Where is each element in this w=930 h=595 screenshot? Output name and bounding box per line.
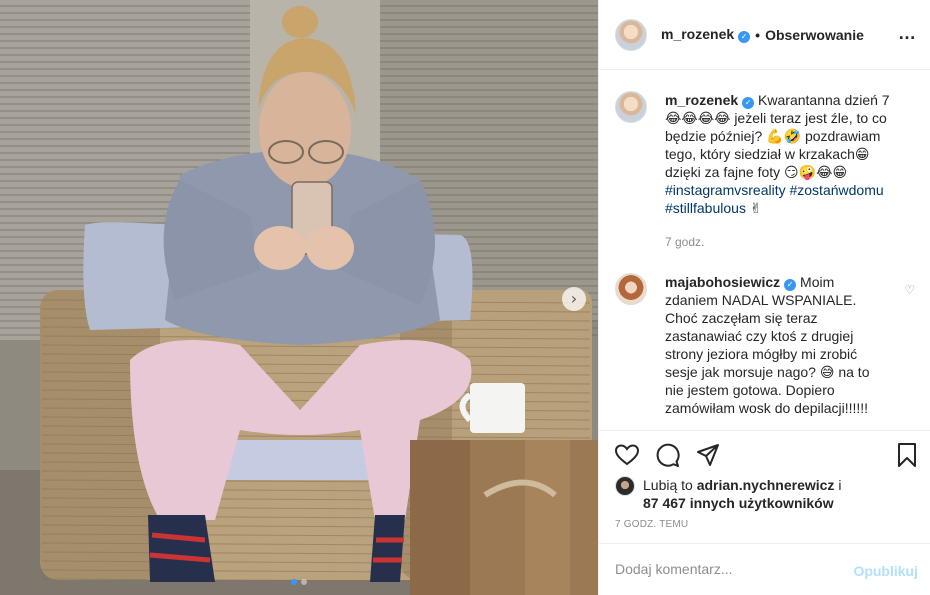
- author-username[interactable]: m_rozenek ✓: [661, 26, 751, 43]
- commenter-avatar[interactable]: [615, 273, 647, 305]
- author-username-text: m_rozenek: [661, 26, 735, 43]
- comment-bubble-icon[interactable]: [654, 441, 682, 469]
- add-comment-form: Opublikuj: [599, 543, 930, 595]
- likes-summary: Lubią to adrian.nychnerewicz i 87 467 in…: [615, 476, 915, 512]
- caption-author[interactable]: m_rozenek ✓: [665, 92, 755, 109]
- commenter-username-text: majabohosiewicz: [665, 274, 781, 290]
- caption-author-text: m_rozenek: [665, 92, 739, 108]
- post-side-panel: m_rozenek ✓ • Obserwowanie … m_rozenek ✓ K…: [598, 0, 930, 595]
- action-bar: [599, 430, 930, 478]
- save-bookmark-icon[interactable]: [893, 441, 921, 469]
- likes-connector: i: [838, 477, 842, 493]
- post-timestamp[interactable]: 7 GODZ. TEMU: [615, 519, 688, 530]
- post-header: m_rozenek ✓ • Obserwowanie …: [599, 0, 930, 70]
- verified-badge-icon: ✓: [784, 279, 797, 291]
- liker-username[interactable]: adrian.nychnerewicz: [697, 477, 835, 493]
- caption-hashtags[interactable]: #instagramvsreality #zostańwdomu #stillf…: [665, 182, 884, 216]
- liker-avatar[interactable]: [615, 476, 635, 496]
- comment-input[interactable]: [615, 561, 845, 577]
- like-heart-icon[interactable]: [613, 441, 641, 469]
- likes-text: Lubią to adrian.nychnerewicz i 87 467 in…: [643, 476, 841, 512]
- verified-badge-icon: ✓: [742, 97, 755, 109]
- wooden-table: [410, 440, 598, 595]
- carousel-indicator: [0, 579, 598, 585]
- header-separator: •: [755, 26, 761, 43]
- more-options-icon[interactable]: …: [898, 24, 917, 42]
- caption-author-avatar[interactable]: [615, 91, 647, 123]
- carousel-dot-1: [291, 579, 297, 585]
- verified-badge-icon: ✓: [738, 30, 751, 43]
- comment-item: majabohosiewicz ✓ Moim zdaniem NADAL WSPA…: [615, 273, 915, 417]
- following-button[interactable]: Obserwowanie: [765, 27, 864, 43]
- caption-hashtag-suffix: ✌: [745, 200, 762, 216]
- post-photo[interactable]: ›: [0, 0, 598, 595]
- caption-time[interactable]: 7 godz.: [665, 233, 891, 251]
- publish-button[interactable]: Opublikuj: [853, 563, 918, 579]
- carousel-dot-2: [301, 579, 307, 585]
- likes-count[interactable]: 87 467 innych użytkowników: [643, 495, 834, 511]
- caption-body: m_rozenek ✓ Kwarantanna dzień 7😂😂😂😂 jeżel…: [665, 91, 891, 251]
- caption: m_rozenek ✓ Kwarantanna dzień 7😂😂😂😂 jeżel…: [615, 91, 915, 251]
- carousel-next-button[interactable]: ›: [562, 287, 586, 311]
- share-paper-plane-icon[interactable]: [694, 441, 722, 469]
- comments-list: m_rozenek ✓ Kwarantanna dzień 7😂😂😂😂 jeżel…: [599, 71, 930, 429]
- comment-body: majabohosiewicz ✓ Moim zdaniem NADAL WSPA…: [665, 273, 891, 417]
- chevron-right-icon: ›: [570, 289, 578, 308]
- comment-like-heart-icon[interactable]: ♡: [904, 283, 915, 297]
- likes-prefix: Lubią to: [643, 477, 693, 493]
- commenter-username[interactable]: majabohosiewicz ✓: [665, 274, 797, 291]
- photo-illustration: [0, 0, 598, 595]
- author-avatar[interactable]: [615, 18, 647, 51]
- comment-text: Moim zdaniem NADAL WSPANIALE. Choć zaczę…: [665, 274, 870, 416]
